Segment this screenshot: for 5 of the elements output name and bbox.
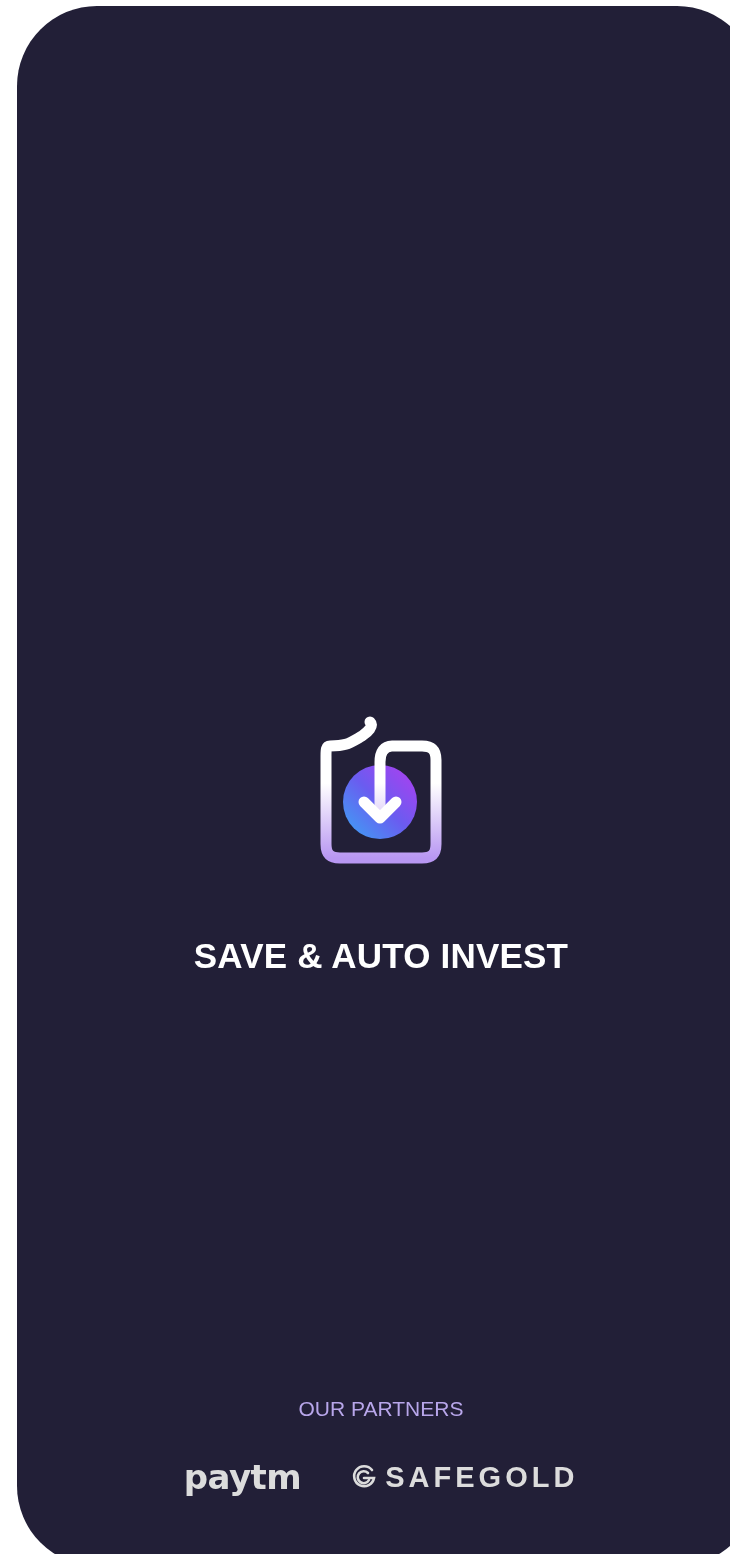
partner-logo: SAFEGOLD (385, 1460, 579, 1494)
swirl-icon (351, 1464, 378, 1490)
partner-logo: paytm (183, 1457, 302, 1497)
partners-heading: OUR PARTNERS (298, 1397, 464, 1421)
app-title: SAVE & AUTO INVEST (193, 936, 569, 976)
